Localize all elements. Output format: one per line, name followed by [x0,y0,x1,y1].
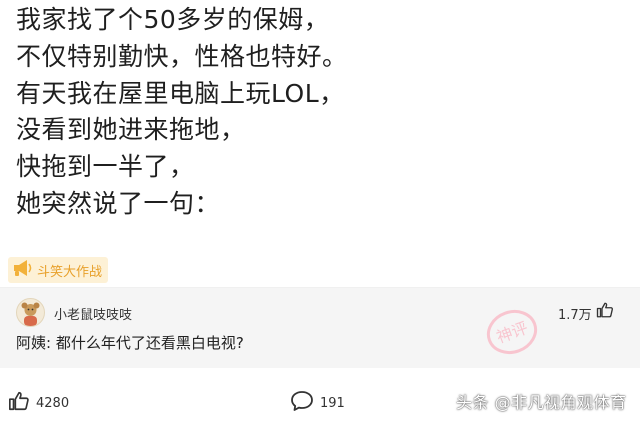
topic-tag[interactable]: 斗笑大作战 [8,257,109,283]
comment-button[interactable]: 191 [290,390,345,416]
post-line: 不仅特别勤快，性格也特好。 [16,41,348,71]
post-line: 有天我在屋里电脑上玩LOL， [16,78,345,108]
stamp-label: 神评 [494,318,531,347]
comment-like-count: 1.7万 [558,308,592,323]
thumbs-up-icon [8,390,30,416]
stamp-icon: 神评 [480,300,544,368]
comment-username[interactable]: 小老鼠吱吱吱 [54,304,132,323]
top-comment[interactable]: 小老鼠吱吱吱 神评 1.7万 阿姨: 都什么年代了还看黑白电视? [0,288,640,368]
comment-text: 阿姨: 都什么年代了还看黑白电视? [16,334,244,352]
avatar[interactable] [16,298,45,327]
post-line: 她突然说了一句： [16,188,221,218]
topic-tag-label: 斗笑大作战 [37,264,103,280]
like-count: 4280 [36,395,70,411]
post-content: 我家找了个50多岁的保姆， 不仅特别勤快，性格也特好。 有天我在屋里电脑上玩LO… [16,2,626,223]
post-line: 我家找了个50多岁的保姆， [16,5,330,34]
comment-icon [290,390,314,416]
post-line: 快拖到一半了， [16,152,195,182]
source-watermark: 头条 @非凡视角观体育 [456,393,627,412]
thumbs-up-icon[interactable] [596,301,614,323]
comment-count: 191 [320,395,345,411]
post-line: 没看到她进来拖地， [16,115,246,145]
like-button[interactable]: 4280 [8,390,69,416]
megaphone-icon [12,259,34,281]
